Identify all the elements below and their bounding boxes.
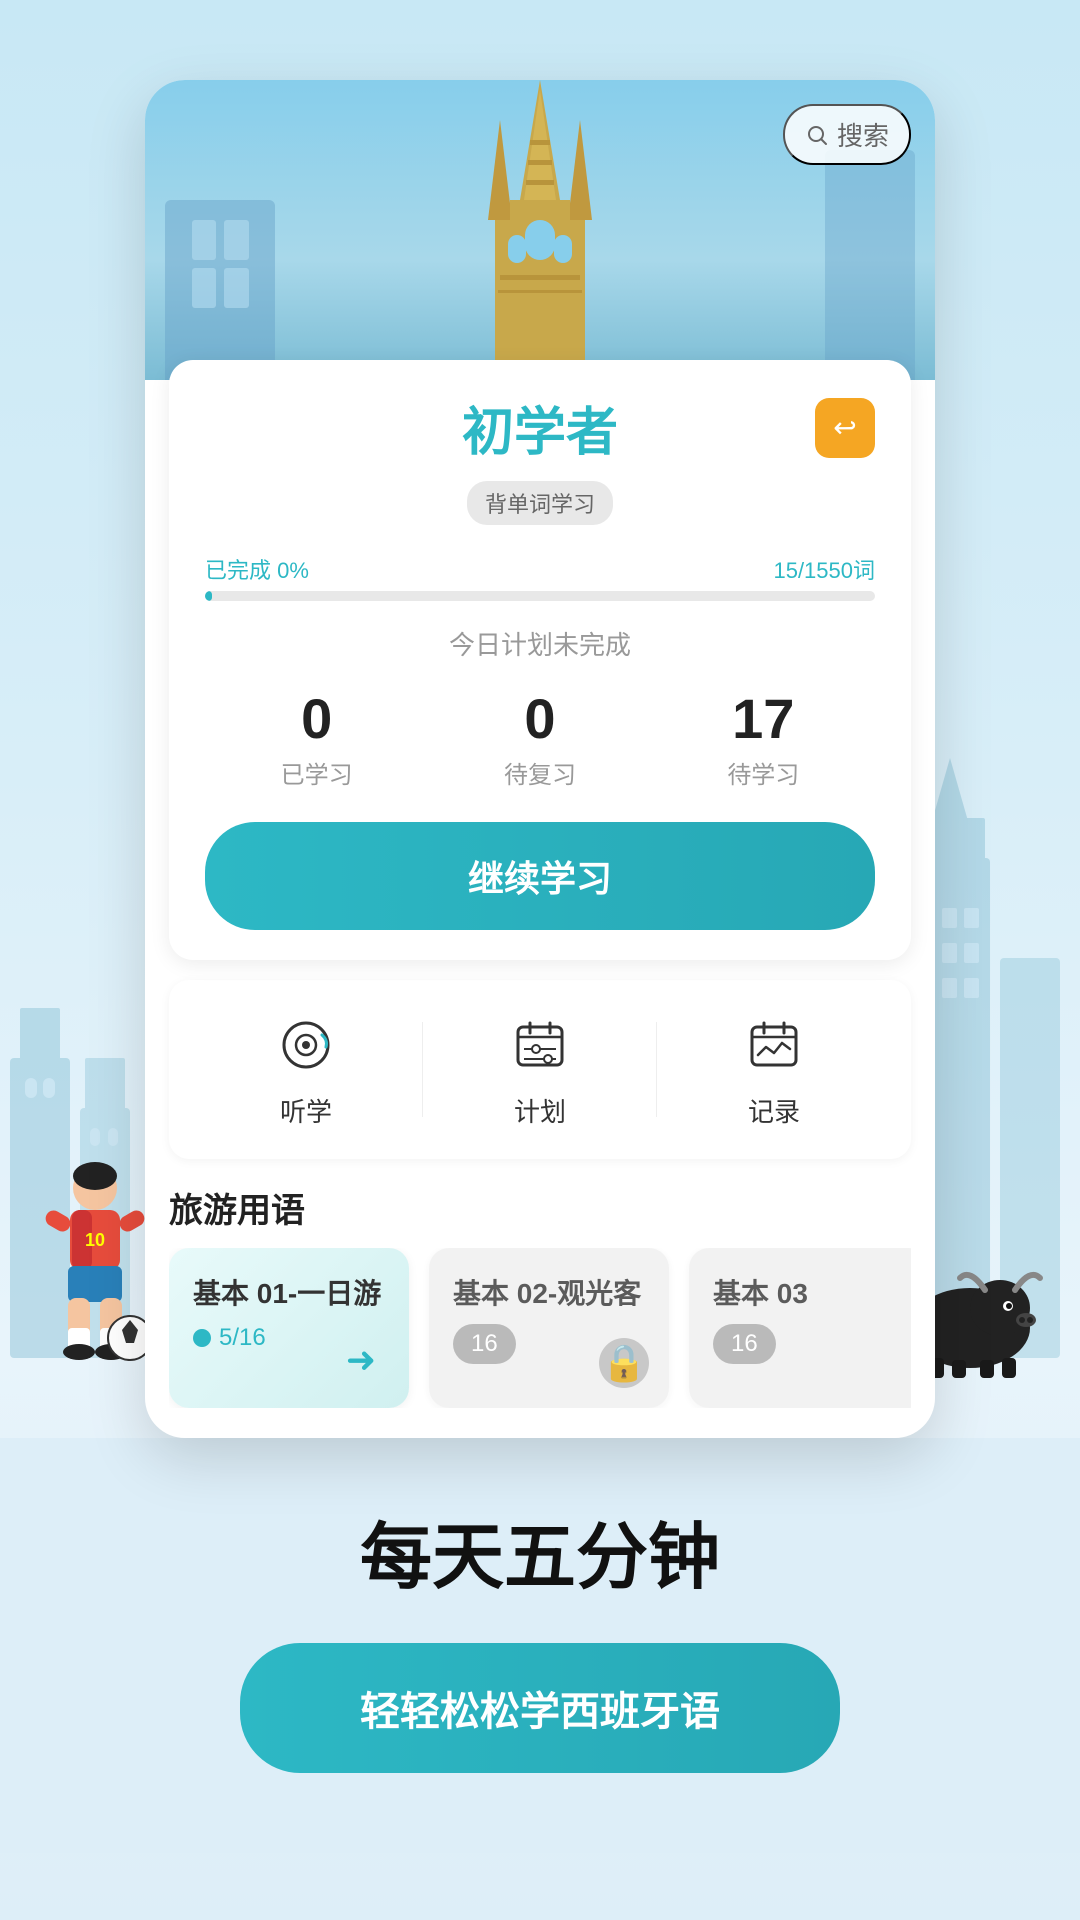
plan-icon (505, 1010, 575, 1080)
lesson-2-title: 基本 02-观光客 (453, 1272, 645, 1312)
actions-row: 听学 计划 (169, 980, 911, 1159)
hero-image: 搜索 (145, 80, 935, 380)
search-label: 搜索 (837, 116, 889, 153)
progress-percent: 已完成 0% (205, 553, 309, 585)
progress-max: 15/1550词 (773, 553, 875, 585)
back-button[interactable]: ↩ (815, 398, 875, 458)
badge-row: 背单词学习 (205, 481, 875, 541)
progress-dot (193, 1329, 211, 1347)
stat-review-label: 待复习 (504, 755, 576, 790)
lesson-1-title: 基本 01-一日游 (193, 1272, 385, 1312)
stat-studied-value: 0 (281, 686, 353, 751)
stat-pending: 17 待学习 (727, 686, 799, 790)
lesson-card-3[interactable]: 基本 03 16 (689, 1248, 911, 1408)
continue-button[interactable]: 继续学习 (205, 822, 875, 930)
lessons-row: 基本 01-一日游 5/16 ➜ 基本 02-观光客 16 🔒 基本 03 16 (169, 1248, 911, 1408)
action-record[interactable]: 记录 (657, 1010, 891, 1129)
lock-icon-2: 🔒 (599, 1338, 649, 1388)
action-plan[interactable]: 计划 (423, 1010, 657, 1129)
lesson-1-arrow[interactable]: ➜ (333, 1332, 389, 1388)
bottom-section: 每天五分钟 轻轻松松学西班牙语 (0, 1438, 1080, 1853)
card-title-row: 初学者 ↩ (205, 390, 875, 465)
action-listen-label: 听学 (280, 1092, 332, 1129)
stat-review: 0 待复习 (504, 686, 576, 790)
hero-building-left (165, 200, 275, 380)
level-title: 初学者 (462, 390, 618, 465)
soccer-player-illustration: 10 (30, 1158, 160, 1378)
lesson-2-count: 16 (453, 1324, 516, 1364)
stat-studied-label: 已学习 (281, 755, 353, 790)
lesson-3-title: 基本 03 (713, 1272, 905, 1312)
stat-studied: 0 已学习 (281, 686, 353, 790)
main-card: 初学者 ↩ 背单词学习 已完成 0% 15/1550词 今日计划未完成 0 已学… (169, 360, 911, 960)
stat-pending-value: 17 (727, 686, 799, 751)
action-record-label: 记录 (748, 1092, 800, 1129)
progress-bar-bg (205, 591, 875, 601)
back-icon: ↩ (833, 411, 856, 444)
search-button[interactable]: 搜索 (783, 104, 911, 165)
action-plan-label: 计划 (514, 1092, 566, 1129)
hero-building-right (825, 150, 915, 380)
section-title: 旅游用语 (169, 1183, 911, 1232)
tagline: 每天五分钟 (360, 1498, 720, 1603)
vocab-badge: 背单词学习 (467, 481, 613, 525)
record-icon (739, 1010, 809, 1080)
search-icon (805, 123, 829, 147)
progress-row: 已完成 0% 15/1550词 (205, 553, 875, 585)
listen-icon (271, 1010, 341, 1080)
action-listen[interactable]: 听学 (189, 1010, 423, 1129)
stat-review-value: 0 (504, 686, 576, 751)
lesson-card-1[interactable]: 基本 01-一日游 5/16 ➜ (169, 1248, 409, 1408)
svg-text:10: 10 (85, 1230, 105, 1250)
lesson-3-count: 16 (713, 1324, 776, 1364)
stat-pending-label: 待学习 (727, 755, 799, 790)
device-frame: 搜索 初学者 ↩ 背单词学习 已完成 0% 15/1550词 今日计划未完成 (145, 80, 935, 1438)
cathedral-svg (440, 80, 640, 360)
today-status: 今日计划未完成 (205, 625, 875, 662)
stats-row: 0 已学习 0 待复习 17 待学习 (205, 686, 875, 790)
lesson-1-count: 5/16 (219, 1324, 266, 1352)
lesson-card-2[interactable]: 基本 02-观光客 16 🔒 (429, 1248, 669, 1408)
top-section: 10 (0, 0, 1080, 1438)
progress-bar-fill (205, 591, 212, 601)
cta-button[interactable]: 轻轻松松学西班牙语 (240, 1643, 840, 1773)
